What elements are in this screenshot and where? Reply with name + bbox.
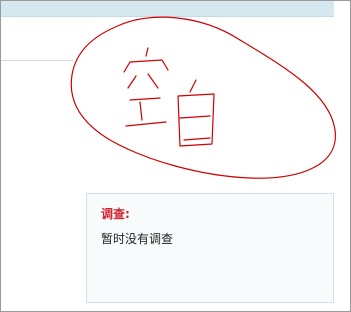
- survey-empty-message: 暂时没有调查: [101, 232, 174, 246]
- divider-line: [1, 60, 73, 61]
- top-bar: [1, 1, 334, 17]
- page-frame: 调查: 暂时没有调查: [0, 0, 351, 312]
- survey-title: 调查:: [101, 207, 130, 221]
- survey-panel: 调查: 暂时没有调查: [86, 193, 334, 303]
